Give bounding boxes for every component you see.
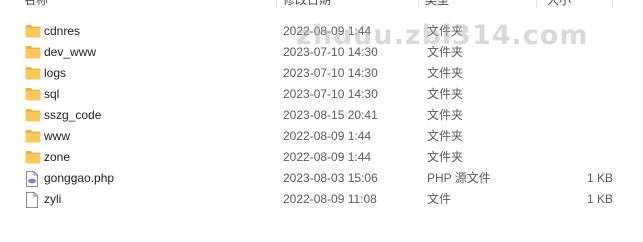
column-header: 名称 修改日期 类型 大小 (0, 0, 643, 8)
file-name: sql (44, 87, 60, 101)
folder-icon (25, 63, 41, 84)
file-type: 文件夹 (427, 45, 464, 59)
file-modified-date: 2022-08-09 11:08 (283, 192, 377, 206)
file-name: www (44, 129, 70, 143)
file-name: cdnres (44, 24, 81, 38)
column-header-name[interactable]: 名称 (0, 0, 277, 8)
file-size (537, 84, 613, 105)
file-size: 1 KB (586, 192, 613, 206)
file-modified-date: 2023-07-10 14:30 (283, 45, 378, 59)
folder-icon (25, 126, 41, 147)
file-name: dev_www (44, 45, 97, 59)
file-type: 文件夹 (427, 24, 464, 38)
folder-icon (25, 105, 41, 126)
file-type: 文件夹 (427, 87, 464, 101)
folder-icon (25, 21, 41, 42)
file-type: 文件夹 (427, 66, 464, 80)
file-row[interactable]: cdnres 2022-08-09 1:44 文件夹 (0, 21, 643, 42)
file-row[interactable]: sql 2023-07-10 14:30 文件夹 (0, 84, 643, 105)
file-row[interactable]: www 2022-08-09 1:44 文件夹 (0, 126, 643, 147)
file-size (537, 147, 613, 168)
file-size (537, 126, 613, 147)
file-type: 文件夹 (427, 129, 464, 143)
folder-icon (25, 84, 41, 105)
blank-file-icon (25, 189, 41, 210)
folder-icon (25, 147, 41, 168)
file-row[interactable]: logs 2023-07-10 14:30 文件夹 (0, 63, 643, 84)
file-modified-date: 2022-08-09 1:44 (283, 150, 372, 164)
file-modified-date: 2022-08-09 1:44 (283, 24, 372, 38)
file-row[interactable]: zone 2022-08-09 1:44 文件夹 (0, 147, 643, 168)
file-size: 1 KB (586, 171, 613, 185)
file-type: 文件夹 (427, 150, 464, 164)
file-name: logs (44, 66, 67, 80)
file-name: zone (44, 150, 71, 164)
file-type: 文件 (427, 192, 452, 206)
file-name: gonggao.php (44, 171, 115, 185)
file-size (537, 21, 613, 42)
file-size (537, 105, 613, 126)
file-list: cdnres 2022-08-09 1:44 文件夹 dev_www 2023-… (0, 21, 643, 210)
folder-icon (25, 42, 41, 63)
file-row[interactable]: zyli 2022-08-09 11:08 文件 1 KB (0, 189, 643, 210)
file-modified-date: 2023-08-03 15:06 (283, 171, 378, 185)
file-modified-date: 2022-08-09 1:44 (283, 129, 372, 143)
file-explorer-window: 名称 修改日期 类型 大小 cdnres 2022-08-09 1:44 文件夹… (0, 0, 643, 242)
file-type: 文件夹 (427, 108, 464, 122)
php-file-icon (25, 168, 41, 189)
file-row[interactable]: dev_www 2023-07-10 14:30 文件夹 (0, 42, 643, 63)
file-modified-date: 2023-07-10 14:30 (283, 66, 378, 80)
file-type: PHP 源文件 (427, 171, 491, 185)
column-header-size[interactable]: 大小 (537, 0, 613, 8)
file-row[interactable]: gonggao.php 2023-08-03 15:06 PHP 源文件 1 K… (0, 168, 643, 189)
file-size (537, 63, 613, 84)
file-row[interactable]: sszg_code 2023-08-15 20:41 文件夹 (0, 105, 643, 126)
file-name: zyli (44, 192, 62, 206)
file-size (537, 42, 613, 63)
file-modified-date: 2023-08-15 20:41 (283, 108, 378, 122)
file-name: sszg_code (44, 108, 102, 122)
column-header-date[interactable]: 修改日期 (277, 0, 419, 8)
file-modified-date: 2023-07-10 14:30 (283, 87, 378, 101)
column-header-type[interactable]: 类型 (419, 0, 537, 8)
